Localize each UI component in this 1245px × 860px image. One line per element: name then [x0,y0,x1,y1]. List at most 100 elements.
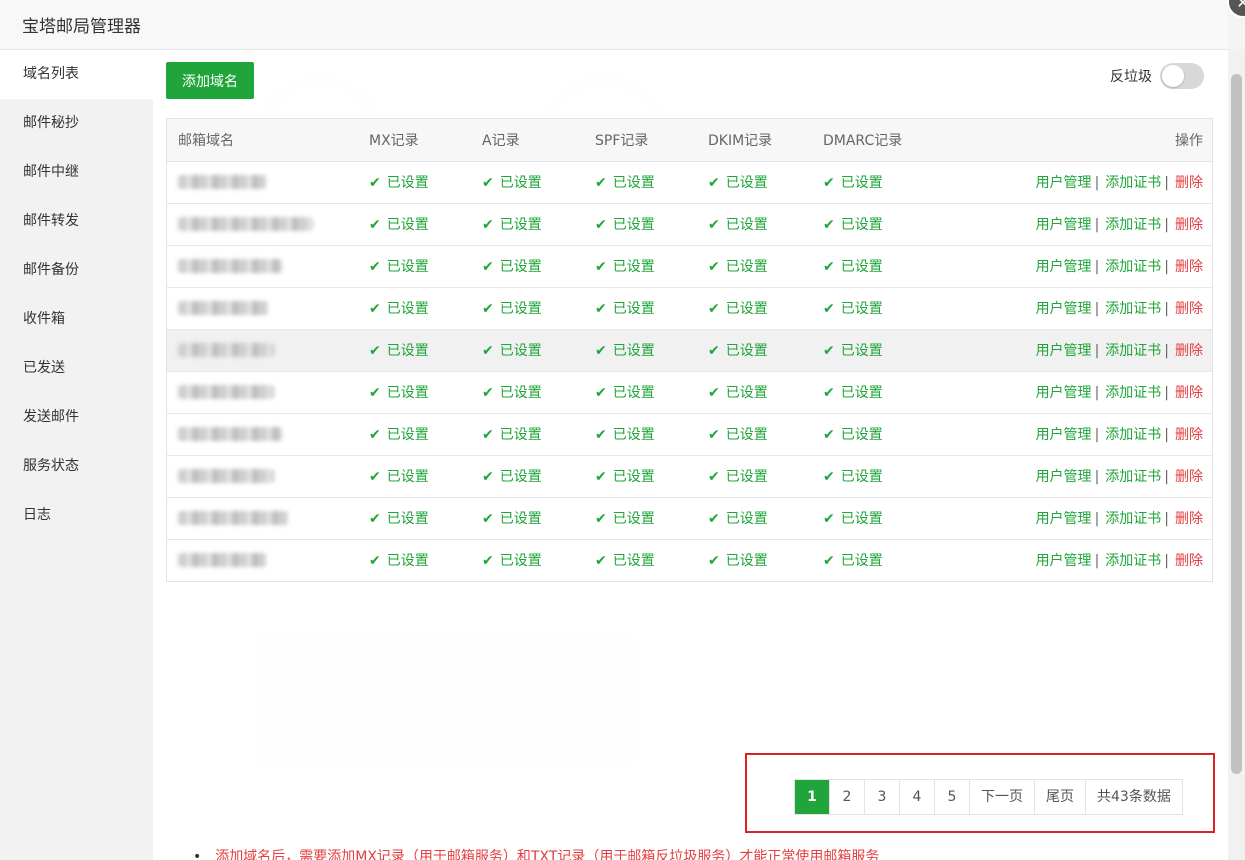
sidebar-item-logs[interactable]: 日志 [0,491,153,540]
close-icon[interactable]: ✕ [1227,0,1245,18]
separator: | [1164,175,1169,191]
sidebar-item-mail-backup[interactable]: 邮件备份 [0,246,153,295]
delete-link[interactable]: 删除 [1175,553,1203,569]
delete-link[interactable]: 删除 [1175,343,1203,359]
spam-filter-toggle[interactable] [1160,63,1204,89]
add-cert-link[interactable]: 添加证书 [1105,175,1161,191]
sidebar-item-sent[interactable]: 已发送 [0,344,153,393]
user-manage-link[interactable]: 用户管理 [1036,343,1092,359]
page-3[interactable]: 3 [865,780,900,814]
status-text: 已设置 [612,385,655,401]
dmarc-status-cell: ✔ 已设置 [823,161,1003,204]
status-text: 已设置 [386,385,429,401]
user-manage-link[interactable]: 用户管理 [1036,301,1092,317]
col-mx: MX记录 [369,119,482,162]
add-cert-link[interactable]: 添加证书 [1105,259,1161,275]
status-text: 已设置 [499,511,542,527]
sidebar-item-mail-bcc[interactable]: 邮件秘抄 [0,99,153,148]
spf-status: ✔ 已设置 [595,259,655,275]
sidebar-item-compose[interactable]: 发送邮件 [0,393,153,442]
page-4[interactable]: 4 [900,780,935,814]
user-manage-link[interactable]: 用户管理 [1036,385,1092,401]
user-manage-link[interactable]: 用户管理 [1036,553,1092,569]
check-icon: ✔ [482,175,494,191]
separator: | [1094,217,1100,233]
delete-link[interactable]: 删除 [1175,259,1203,275]
add-cert-link[interactable]: 添加证书 [1105,301,1161,317]
check-icon: ✔ [708,427,720,443]
page-1[interactable]: 1 [795,780,830,814]
add-domain-button[interactable]: 添加域名 [166,62,254,99]
dkim-status-cell: ✔ 已设置 [708,497,823,540]
mx-status-cell: ✔ 已设置 [369,287,482,330]
domain-cell [167,287,369,330]
add-cert-link[interactable]: 添加证书 [1105,427,1161,443]
total-count: 共43条数据 [1097,789,1171,805]
status-text: 已设置 [386,343,429,359]
mx-status-cell: ✔ 已设置 [369,203,482,246]
user-manage-link[interactable]: 用户管理 [1036,259,1092,275]
status-text: 已设置 [725,511,768,527]
dkim-status-cell: ✔ 已设置 [708,371,823,414]
delete-link[interactable]: 删除 [1175,301,1203,317]
delete-link[interactable]: 删除 [1175,175,1203,191]
sidebar-item-inbox[interactable]: 收件箱 [0,295,153,344]
status-text: 已设置 [840,469,883,485]
bullet-icon: • [193,849,202,860]
dmarc-status: ✔ 已设置 [823,259,883,275]
scrollbar[interactable] [1228,50,1245,860]
check-icon: ✔ [823,427,835,443]
spf-status-cell: ✔ 已设置 [595,497,708,540]
scrollbar-thumb[interactable] [1231,74,1242,774]
user-manage-link[interactable]: 用户管理 [1036,511,1092,527]
sidebar-item-mail-forward[interactable]: 邮件转发 [0,197,153,246]
add-cert-link[interactable]: 添加证书 [1105,511,1161,527]
sidebar-item-mail-relay[interactable]: 邮件中继 [0,148,153,197]
next-page-button[interactable]: 下一页 [970,780,1035,814]
a-status: ✔ 已设置 [482,259,542,275]
dmarc-status-cell: ✔ 已设置 [823,497,1003,540]
main-panel: 添加域名 反垃圾 邮箱域名 MX记录 A记录 SPF记录 DKIM记录 DMAR… [153,50,1228,860]
mx-status-cell: ✔ 已设置 [369,497,482,540]
a-status-cell: ✔ 已设置 [482,203,595,246]
sidebar-item-service-status[interactable]: 服务状态 [0,442,153,491]
table-row: ✔ 已设置 ✔ 已设置 ✔ 已设置 ✔ 已设置 ✔ 已设置 用户管理 | 添加证书 | 删除 [167,161,1212,204]
a-status: ✔ 已设置 [482,343,542,359]
user-manage-link[interactable]: 用户管理 [1036,217,1092,233]
add-cert-link[interactable]: 添加证书 [1105,343,1161,359]
domain-cell [167,203,369,246]
page-5[interactable]: 5 [935,780,970,814]
check-icon: ✔ [482,259,494,275]
check-icon: ✔ [708,217,720,233]
status-text: 已设置 [840,511,883,527]
delete-link[interactable]: 删除 [1175,469,1203,485]
add-cert-link[interactable]: 添加证书 [1105,553,1161,569]
user-manage-link[interactable]: 用户管理 [1036,469,1092,485]
status-text: 已设置 [612,217,655,233]
a-status-cell: ✔ 已设置 [482,455,595,498]
delete-link[interactable]: 删除 [1175,217,1203,233]
status-text: 已设置 [840,175,883,191]
page-2[interactable]: 2 [830,780,865,814]
dmarc-status-cell: ✔ 已设置 [823,413,1003,456]
dmarc-status: ✔ 已设置 [823,511,883,527]
add-cert-link[interactable]: 添加证书 [1105,385,1161,401]
user-manage-link[interactable]: 用户管理 [1036,175,1092,191]
add-cert-link[interactable]: 添加证书 [1105,217,1161,233]
delete-link[interactable]: 删除 [1175,427,1203,443]
status-text: 已设置 [612,343,655,359]
domain-table: 邮箱域名 MX记录 A记录 SPF记录 DKIM记录 DMARC记录 操作 ✔ 已… [166,118,1213,582]
domain-cell [167,329,369,372]
sidebar-item-domain-list[interactable]: 域名列表 [0,50,153,99]
actions-cell: 用户管理 | 添加证书 | 删除 [1003,245,1212,288]
check-icon: ✔ [595,301,607,317]
delete-link[interactable]: 删除 [1175,511,1203,527]
status-text: 已设置 [499,553,542,570]
add-cert-link[interactable]: 添加证书 [1105,469,1161,485]
user-manage-link[interactable]: 用户管理 [1036,427,1092,443]
last-page-button[interactable]: 尾页 [1035,780,1086,814]
col-spf: SPF记录 [595,119,708,162]
status-text: 已设置 [725,175,768,191]
delete-link[interactable]: 删除 [1175,385,1203,401]
check-icon: ✔ [369,553,381,570]
